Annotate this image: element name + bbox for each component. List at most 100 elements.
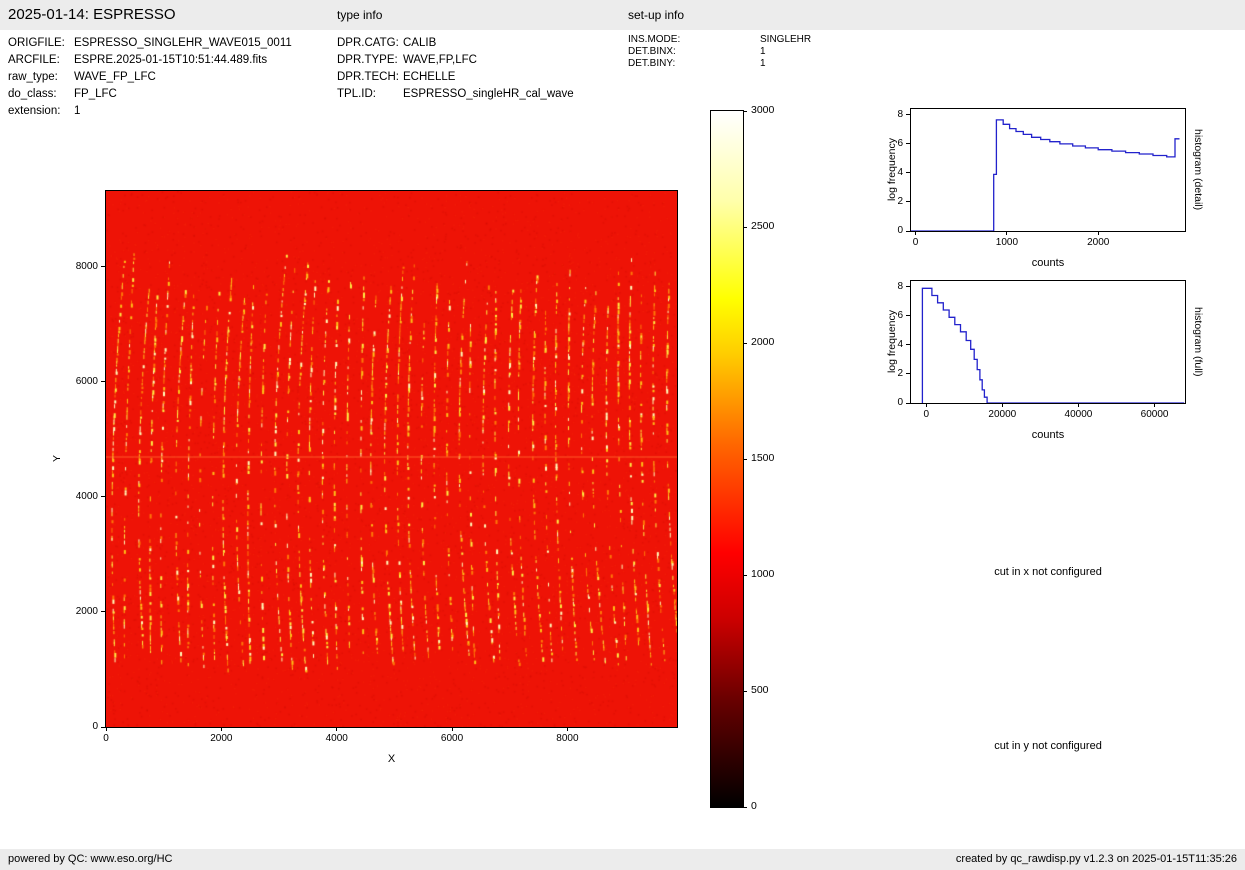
colorbar-tick-mark [743,575,747,576]
y-tick-mark [906,403,910,404]
detector-image-canvas [106,191,677,727]
cut-x-note: cut in x not configured [910,566,1186,578]
right-axis-label: histogram (detail) [1191,109,1205,231]
info-value: CALIB [403,37,436,49]
info-label: DET.BINY: [628,58,760,69]
info-value: ESPRESSO_SINGLEHR_WAVE015_0011 [74,37,292,49]
info-value: ECHELLE [403,71,455,83]
x-axis-label: X [352,753,432,765]
info-row: DET.BINX:1 [628,45,811,57]
info-label: do_class: [8,88,74,100]
x-tick-mark [452,727,453,731]
y-tick-mark [906,344,910,345]
y-tick-mark [101,496,105,497]
y-axis-label: log frequency [885,109,899,231]
info-label: DET.BINX: [628,46,760,57]
info-label: ARCFILE: [8,54,74,66]
x-tick-mark [336,727,337,731]
info-label: TPL.ID: [337,88,403,100]
y-tick-mark [101,611,105,612]
colorbar-tick-label: 0 [751,800,757,812]
colorbar-tick-mark [743,691,747,692]
info-value: 1 [74,105,80,117]
histogram-full-line [911,281,1185,403]
info-row: ARCFILE:ESPRE.2025-01-15T10:51:44.489.fi… [8,51,292,68]
x-tick-mark [1002,403,1003,407]
x-tick-label: 8000 [537,733,597,744]
colorbar-tick-mark [743,807,747,808]
info-label: ORIGFILE: [8,37,74,49]
cut-y-note: cut in y not configured [910,740,1186,752]
x-tick-label: 0 [896,409,956,420]
x-tick-label: 1000 [977,237,1037,248]
x-tick-mark [915,231,916,235]
info-row: DPR.CATG:CALIB [337,34,574,51]
y-axis-label: Y [50,191,64,727]
x-tick-mark [567,727,568,731]
info-value: WAVE_FP_LFC [74,71,156,83]
info-row: DET.BINY:1 [628,57,811,69]
qc-report-page: 2025-01-14: ESPRESSO type info set-up in… [0,0,1245,870]
x-tick-label: 4000 [307,733,367,744]
y-tick-label: 4000 [64,491,98,502]
y-tick-label: 8000 [64,261,98,272]
y-tick-label: 0 [64,721,98,732]
footer-right-text: created by qc_rawdisp.py v1.2.3 on 2025-… [956,849,1237,870]
footer-left-text: powered by QC: www.eso.org/HC [8,849,172,870]
y-tick-mark [101,381,105,382]
x-tick-label: 20000 [972,409,1032,420]
info-row: do_class:FP_LFC [8,85,292,102]
colorbar-gradient [711,111,743,807]
x-tick-label: 60000 [1125,409,1185,420]
y-tick-mark [906,172,910,173]
info-row: ORIGFILE:ESPRESSO_SINGLEHR_WAVE015_0011 [8,34,292,51]
info-value: FP_LFC [74,88,117,100]
colorbar-tick-mark [743,459,747,460]
info-label: extension: [8,105,74,117]
info-value: 1 [760,58,766,69]
info-label: DPR.TYPE: [337,54,403,66]
y-tick-mark [906,201,910,202]
x-tick-mark [221,727,222,731]
y-tick-mark [906,373,910,374]
info-label: DPR.CATG: [337,37,403,49]
info-label: raw_type: [8,71,74,83]
info-row: extension:1 [8,102,292,119]
file-info-block: ORIGFILE:ESPRESSO_SINGLEHR_WAVE015_0011 … [8,34,292,119]
info-value: ESPRE.2025-01-15T10:51:44.489.fits [74,54,267,66]
colorbar-tick-mark [743,343,747,344]
info-row: raw_type:WAVE_FP_LFC [8,68,292,85]
info-value: SINGLEHR [760,34,811,45]
header-bar: 2025-01-14: ESPRESSO type info set-up in… [0,0,1245,30]
y-tick-mark [906,286,910,287]
histogram-full-plot: 020000400006000002468countslog frequency… [910,280,1186,404]
x-tick-label: 0 [886,237,946,248]
right-axis-label: histogram (full) [1191,281,1205,403]
y-tick-label: 6000 [64,376,98,387]
y-axis-label: log frequency [885,281,899,403]
info-label: INS.MODE: [628,34,760,45]
y-tick-mark [906,231,910,232]
y-tick-mark [906,114,910,115]
colorbar-tick-label: 1500 [751,452,774,464]
colorbar-tick-label: 1000 [751,568,774,580]
histogram-detail-plot: 01000200002468countslog frequencyhistogr… [910,108,1186,232]
x-tick-label: 2000 [1068,237,1128,248]
colorbar-tick-label: 2500 [751,220,774,232]
x-tick-mark [1006,231,1007,235]
colorbar-tick-mark [743,111,747,112]
type-info-heading: type info [337,0,382,30]
setup-info-heading: set-up info [628,0,684,30]
info-row: TPL.ID:ESPRESSO_singleHR_cal_wave [337,85,574,102]
histogram-detail-line [911,109,1185,231]
page-title: 2025-01-14: ESPRESSO [8,0,176,30]
info-value: WAVE,FP,LFC [403,54,477,66]
footer-bar: powered by QC: www.eso.org/HC created by… [0,849,1245,870]
x-tick-label: 2000 [191,733,251,744]
x-axis-label: counts [1008,257,1088,269]
x-tick-mark [1098,231,1099,235]
info-label: DPR.TECH: [337,71,403,83]
x-tick-label: 6000 [422,733,482,744]
colorbar: 050010001500200025003000 [710,110,744,808]
y-tick-mark [101,727,105,728]
